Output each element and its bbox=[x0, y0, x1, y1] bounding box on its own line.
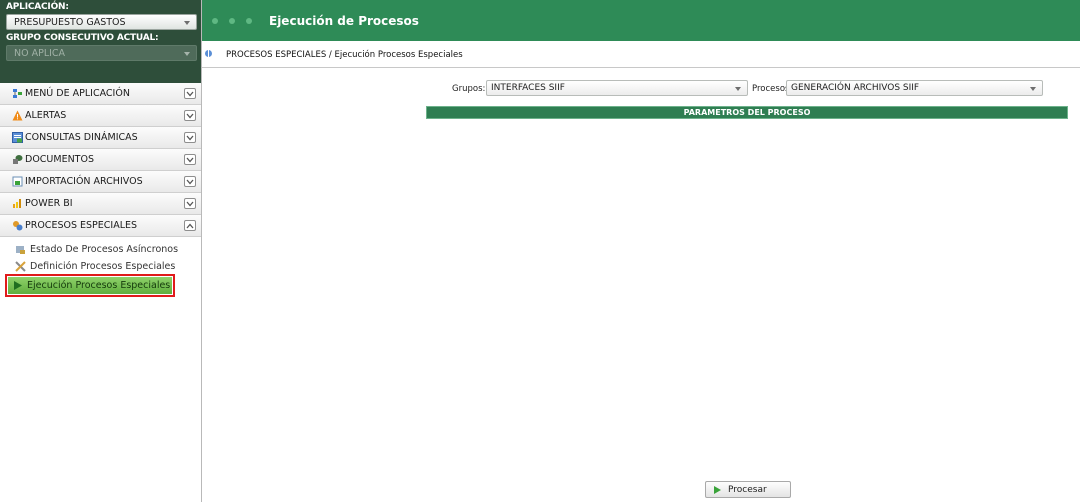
documents-icon bbox=[13, 155, 23, 164]
chevron-down-icon[interactable] bbox=[184, 110, 196, 121]
process-button[interactable]: Procesar bbox=[705, 481, 791, 498]
submenu-label: Estado De Procesos Asíncronos bbox=[30, 244, 179, 255]
processes-select[interactable]: GENERACIÓN ARCHIVOS SIIF bbox=[786, 80, 1043, 96]
top-bar: Ejecución de Procesos bbox=[202, 0, 1080, 41]
special-processes-icon bbox=[13, 221, 23, 231]
application-header: APLICACIÓN: PRESUPUESTO GASTOS GRUPO CON… bbox=[0, 0, 201, 83]
application-select[interactable]: PRESUPUESTO GASTOS bbox=[6, 14, 197, 30]
import-icon bbox=[12, 176, 23, 187]
chevron-down-icon[interactable] bbox=[184, 88, 196, 99]
tools-icon bbox=[15, 261, 26, 272]
group-value: NO APLICA bbox=[14, 48, 66, 59]
async-status-icon bbox=[16, 246, 25, 254]
menu-label: POWER BI bbox=[25, 198, 73, 209]
menu-item-dynamic-queries[interactable]: CONSULTAS DINÁMICAS bbox=[0, 127, 201, 149]
breadcrumb: PROCESOS ESPECIALES / Ejecución Procesos… bbox=[202, 43, 1080, 68]
submenu-label: Ejecución Procesos Especiales bbox=[27, 280, 171, 291]
play-icon bbox=[714, 485, 721, 494]
menu-label: CONSULTAS DINÁMICAS bbox=[25, 132, 138, 143]
menu-item-documents[interactable]: DOCUMENTOS bbox=[0, 149, 201, 171]
menu-label: DOCUMENTOS bbox=[25, 154, 94, 165]
chevron-down-icon[interactable] bbox=[184, 176, 196, 187]
breadcrumb-text: PROCESOS ESPECIALES / Ejecución Procesos… bbox=[226, 50, 463, 60]
alert-triangle-icon bbox=[12, 110, 23, 121]
page-title: Ejecución de Procesos bbox=[269, 13, 419, 28]
group-label: GRUPO CONSECUTIVO ACTUAL: bbox=[6, 33, 159, 43]
chevron-down-icon bbox=[184, 52, 190, 56]
chevron-down-icon bbox=[735, 87, 741, 91]
submenu-item-process-definition[interactable]: Definición Procesos Especiales bbox=[0, 258, 201, 275]
submenu-item-async-status[interactable]: Estado De Procesos Asíncronos bbox=[0, 241, 201, 258]
menu-item-alerts[interactable]: ALERTAS bbox=[0, 105, 201, 127]
window-dot-icon bbox=[212, 17, 218, 24]
menu-item-special-processes[interactable]: PROCESOS ESPECIALES bbox=[0, 215, 201, 237]
groups-label: Grupos: bbox=[452, 84, 486, 94]
play-icon bbox=[14, 281, 22, 290]
app-menu-icon bbox=[13, 89, 22, 98]
breadcrumb-home-icon bbox=[205, 50, 212, 57]
menu-label: IMPORTACIÓN ARCHIVOS bbox=[25, 176, 143, 187]
process-button-label: Procesar bbox=[728, 484, 767, 495]
menu-item-file-import[interactable]: IMPORTACIÓN ARCHIVOS bbox=[0, 171, 201, 193]
submenu-item-process-execution[interactable]: Ejecución Procesos Especiales bbox=[5, 274, 175, 297]
processes-value: GENERACIÓN ARCHIVOS SIIF bbox=[791, 83, 920, 93]
menu-label: ALERTAS bbox=[25, 110, 67, 121]
window-dot-icon bbox=[229, 17, 235, 24]
chevron-up-icon[interactable] bbox=[184, 220, 196, 231]
groups-value: INTERFACES SIIF bbox=[491, 83, 565, 93]
chevron-down-icon[interactable] bbox=[184, 154, 196, 165]
parameters-header: PARAMETROS DEL PROCESO bbox=[426, 106, 1068, 119]
chevron-down-icon bbox=[184, 21, 190, 25]
groups-select[interactable]: INTERFACES SIIF bbox=[486, 80, 748, 96]
group-select: NO APLICA bbox=[6, 45, 197, 61]
menu-label: PROCESOS ESPECIALES bbox=[25, 220, 138, 231]
chevron-down-icon[interactable] bbox=[184, 198, 196, 209]
application-label: APLICACIÓN: bbox=[6, 2, 69, 12]
power-bi-icon bbox=[13, 199, 21, 208]
query-icon bbox=[12, 132, 23, 143]
window-dot-icon bbox=[246, 17, 252, 24]
menu-item-app-menu[interactable]: MENÚ DE APLICACIÓN bbox=[0, 83, 201, 105]
submenu-label: Definición Procesos Especiales bbox=[30, 261, 176, 272]
menu-item-power-bi[interactable]: POWER BI bbox=[0, 193, 201, 215]
chevron-down-icon bbox=[1030, 87, 1036, 91]
application-value: PRESUPUESTO GASTOS bbox=[14, 17, 126, 28]
chevron-down-icon[interactable] bbox=[184, 132, 196, 143]
sidebar: APLICACIÓN: PRESUPUESTO GASTOS GRUPO CON… bbox=[0, 0, 202, 502]
menu-label: MENÚ DE APLICACIÓN bbox=[25, 88, 130, 99]
